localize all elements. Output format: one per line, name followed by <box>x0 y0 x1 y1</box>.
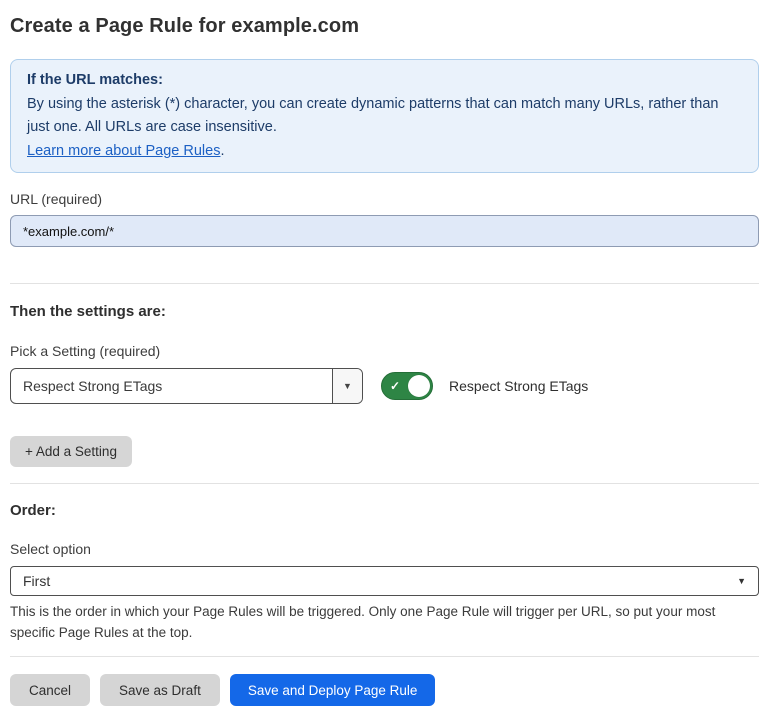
order-section-heading: Order: <box>10 502 759 520</box>
url-match-info-box: If the URL matches: By using the asteris… <box>10 59 759 173</box>
settings-section-heading: Then the settings are: <box>10 303 759 321</box>
setting-toggle[interactable]: ✓ <box>381 372 433 400</box>
url-field-label: URL (required) <box>10 191 759 208</box>
learn-more-link[interactable]: Learn more about Page Rules <box>27 143 220 159</box>
order-select-label: Select option <box>10 541 759 558</box>
add-setting-button[interactable]: + Add a Setting <box>10 436 132 467</box>
setting-select[interactable]: Respect Strong ETags ▼ <box>10 368 363 404</box>
order-select[interactable]: First ▼ <box>10 566 759 596</box>
link-suffix: . <box>220 143 224 159</box>
order-help-text: This is the order in which your Page Rul… <box>10 601 755 643</box>
footer-actions: Cancel Save as Draft Save and Deploy Pag… <box>10 674 759 706</box>
cancel-button[interactable]: Cancel <box>10 674 90 706</box>
setting-picker-label: Pick a Setting (required) <box>10 343 759 360</box>
section-divider <box>10 283 759 284</box>
info-box-body: By using the asterisk (*) character, you… <box>27 93 742 140</box>
url-input[interactable] <box>10 215 759 247</box>
info-box-heading: If the URL matches: <box>27 69 742 93</box>
setting-select-value: Respect Strong ETags <box>11 369 332 403</box>
save-draft-button[interactable]: Save as Draft <box>100 674 220 706</box>
save-deploy-button[interactable]: Save and Deploy Page Rule <box>230 674 436 706</box>
page-title: Create a Page Rule for example.com <box>10 0 759 40</box>
footer-divider <box>10 656 759 657</box>
page-rule-form: Create a Page Rule for example.com If th… <box>0 0 769 706</box>
toggle-knob <box>408 375 430 397</box>
caret-down-icon[interactable]: ▼ <box>332 369 362 403</box>
caret-down-icon: ▼ <box>737 576 746 586</box>
section-divider <box>10 483 759 484</box>
order-select-value: First <box>23 573 50 589</box>
check-icon: ✓ <box>390 380 400 392</box>
toggle-label: Respect Strong ETags <box>449 378 588 394</box>
setting-row: Respect Strong ETags ▼ ✓ Respect Strong … <box>10 368 759 404</box>
info-box-link-line: Learn more about Page Rules. <box>27 140 742 164</box>
